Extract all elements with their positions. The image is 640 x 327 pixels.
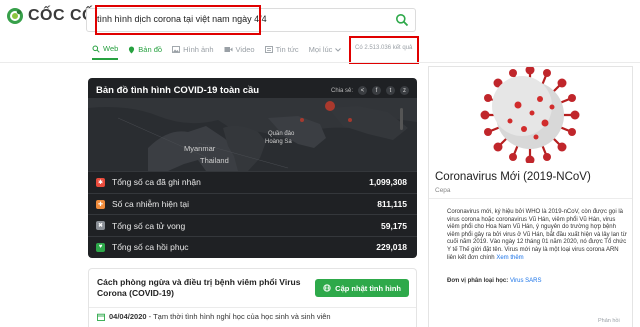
knowledge-panel-description: Coronavirus mới, ký hiệu bởi WHO là 2019…	[447, 209, 629, 262]
share-label: Chia sẻ:	[330, 87, 353, 94]
knowledge-panel: Coronavirus Mới (2019-NCoV) Cepa Coronav…	[428, 66, 633, 327]
tab-label: Tin tức	[275, 45, 299, 54]
cross-icon: ✖	[96, 221, 105, 231]
search-icon	[92, 45, 100, 53]
prevention-news-item[interactable]: 04/04/2020 - Tạm thời tình hình nghỉ học…	[97, 312, 331, 321]
result-count-highlight-box	[349, 36, 419, 64]
map-label-thailand: Thailand	[200, 156, 229, 165]
prevention-divider	[89, 307, 416, 308]
header-divider	[0, 62, 640, 63]
image-icon	[172, 46, 181, 53]
zalo-icon[interactable]: z	[400, 86, 409, 95]
tab-label: Bản đồ	[138, 45, 163, 54]
description-text: Coronavirus mới, ký hiệu bởi WHO là 2019…	[447, 209, 627, 261]
stat-value: 1,099,308	[369, 177, 407, 188]
video-icon	[224, 47, 233, 52]
prevention-title[interactable]: Cách phòng ngừa và điều trị bệnh viêm ph…	[97, 277, 312, 299]
stat-label: Tổng số ca hồi phục	[112, 242, 189, 253]
see-more-link[interactable]: Xem thêm	[496, 255, 523, 261]
share-bar: Chia sẻ: < f t z	[331, 86, 409, 95]
classification-label: Đơn vị phân loại học:	[447, 278, 509, 284]
stat-value: 229,018	[376, 242, 407, 253]
map-label-hoang-sa: Hoàng Sa	[265, 139, 292, 145]
classification-row: Đơn vị phân loại học: Virus SARS	[447, 278, 542, 284]
facebook-icon[interactable]: f	[372, 86, 381, 95]
stat-row-deaths: ✖ Tổng số ca tử vong 59,175	[88, 214, 417, 236]
update-status-button[interactable]: Cập nhật tình hình	[315, 279, 409, 297]
coronavirus-image[interactable]	[429, 67, 632, 163]
feedback-link[interactable]: Phản hồi	[598, 318, 620, 324]
scrollbar-thumb[interactable]	[400, 108, 403, 130]
stat-value: 59,175	[381, 220, 407, 231]
covid-map-card: Myanmar Thailand Quần đảo Hoàng Sa Bản đ…	[88, 78, 417, 258]
stat-row-total: ✱ Tổng số ca đã ghi nhận 1,099,308	[88, 171, 417, 193]
calendar-icon	[97, 313, 105, 321]
knowledge-panel-title: Coronavirus Mới (2019-NCoV)	[435, 171, 591, 183]
tab-video[interactable]: Video	[224, 44, 255, 60]
stat-label: Tổng số ca tử vong	[112, 220, 186, 231]
search-icon[interactable]	[395, 13, 409, 27]
search-tabs: Web Bản đồ Hình ảnh Video Tin tức Mọi lú…	[92, 44, 342, 60]
globe-icon	[323, 284, 331, 292]
tab-label: Mọi lúc	[308, 45, 333, 54]
update-button-label: Cập nhật tình hình	[335, 283, 401, 293]
stat-label: Số ca nhiễm hiện tại	[112, 199, 190, 210]
prevention-card: Cách phòng ngừa và điều trị bệnh viêm ph…	[88, 268, 417, 327]
virus-icon: ✱	[96, 177, 105, 187]
tab-map[interactable]: Bản đồ	[128, 44, 162, 60]
coccoc-logo-icon	[7, 8, 23, 24]
search-results-page: CỐC CỐC Web Bản đồ Hình ảnh Video Tin	[0, 0, 640, 327]
stat-value: 811,115	[377, 199, 407, 210]
chevron-down-icon	[335, 47, 342, 52]
news-text: - Tạm thời tình hình nghỉ học của học si…	[146, 312, 331, 321]
map-pin-icon	[129, 46, 135, 53]
search-highlight-box	[95, 5, 261, 35]
tab-time-filter[interactable]: Mọi lúc	[309, 44, 342, 60]
tab-label: Hình ảnh	[183, 45, 214, 54]
patient-icon: ✚	[96, 199, 105, 209]
heart-icon: ♥	[96, 242, 105, 252]
knowledge-panel-divider	[429, 198, 632, 199]
covid-stats: ✱ Tổng số ca đã ghi nhận 1,099,308 ✚ Số …	[88, 171, 417, 258]
tab-news[interactable]: Tin tức	[264, 44, 299, 60]
map-label-myanmar: Myanmar	[184, 144, 216, 153]
news-date: 04/04/2020	[109, 312, 147, 321]
stat-row-recovered: ♥ Tổng số ca hồi phục 229,018	[88, 236, 417, 258]
covid-card-title: Bản đồ tình hình COVID-19 toàn cầu	[96, 85, 260, 96]
stat-label: Tổng số ca đã ghi nhận	[112, 177, 201, 188]
share-icon[interactable]: <	[358, 86, 367, 95]
tab-web[interactable]: Web	[92, 44, 119, 60]
news-icon	[264, 46, 273, 53]
twitter-icon[interactable]: t	[386, 86, 395, 95]
knowledge-panel-subtitle: Cepa	[435, 187, 451, 194]
classification-link[interactable]: Virus SARS	[510, 278, 542, 284]
tab-label: Video	[235, 45, 255, 54]
map-label-quan-dao: Quần đảo	[268, 131, 295, 137]
tab-label: Web	[103, 44, 119, 53]
tab-images[interactable]: Hình ảnh	[172, 44, 214, 60]
stat-row-active: ✚ Số ca nhiễm hiện tại 811,115	[88, 192, 417, 215]
covid-map[interactable]	[88, 98, 417, 171]
